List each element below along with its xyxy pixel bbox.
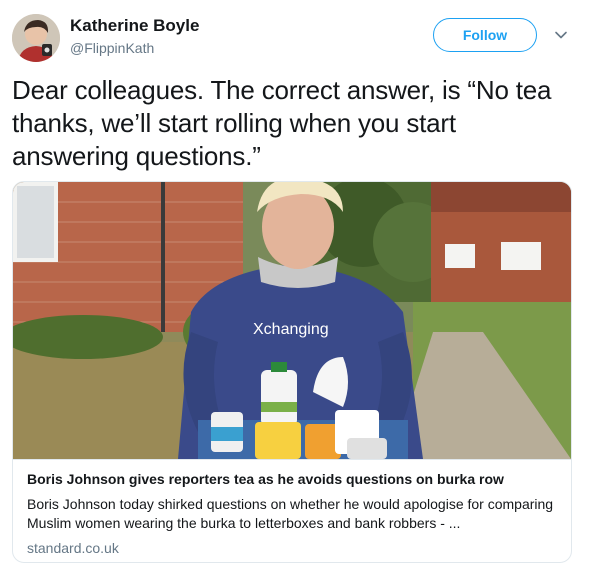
avatar[interactable] (12, 14, 60, 62)
tweet-text: Dear colleagues. The correct answer, is … (12, 75, 552, 171)
author-name[interactable]: Katherine Boyle (70, 16, 199, 36)
author-handle[interactable]: @FlippinKath (70, 40, 154, 56)
link-card[interactable]: Xchanging Boris Johnson gives reporters … (12, 181, 572, 563)
tweet-container: Katherine Boyle @FlippinKath Follow Dear… (0, 0, 589, 575)
card-domain: standard.co.uk (27, 540, 119, 556)
follow-button[interactable]: Follow (433, 18, 537, 52)
card-image[interactable]: Xchanging (13, 182, 571, 459)
chevron-down-icon[interactable] (553, 27, 569, 43)
card-title[interactable]: Boris Johnson gives reporters tea as he … (27, 470, 557, 488)
card-image-shirt-text: Xchanging (253, 321, 329, 338)
avatar-image (12, 14, 60, 62)
card-description: Boris Johnson today shirked questions on… (27, 496, 554, 531)
card-body[interactable]: Boris Johnson gives reporters tea as he … (13, 459, 571, 562)
